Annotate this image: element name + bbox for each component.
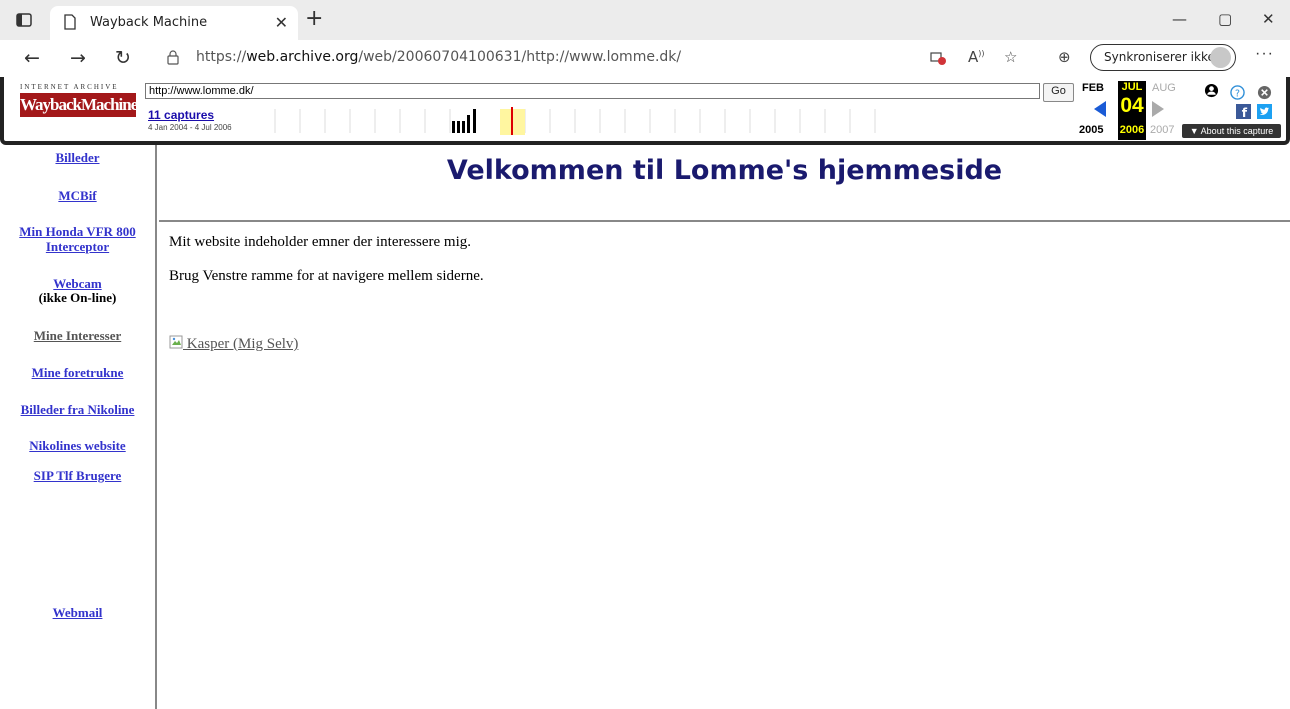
page-icon bbox=[64, 14, 76, 30]
svg-text:f: f bbox=[1242, 106, 1248, 119]
left-nav-frame: Billeder MCBif Min Honda VFR 800 Interce… bbox=[0, 145, 157, 709]
header-frame: Velkommen til Lomme's hjemmeside bbox=[159, 145, 1290, 222]
facebook-icon[interactable]: f bbox=[1236, 104, 1251, 119]
current-day: 04 bbox=[1120, 94, 1144, 117]
svg-text:?: ? bbox=[1235, 88, 1240, 99]
tab-title: Wayback Machine bbox=[90, 15, 208, 30]
address-bar[interactable]: https://web.archive.org/web/200607041006… bbox=[196, 49, 681, 65]
nav-link-interceptor[interactable]: Interceptor bbox=[0, 239, 155, 255]
new-tab-icon[interactable]: + bbox=[305, 6, 323, 31]
url-domain: web.archive.org bbox=[246, 49, 359, 65]
nav-link-billeder[interactable]: Billeder bbox=[0, 150, 155, 166]
window-close-icon[interactable]: ✕ bbox=[1262, 10, 1275, 28]
next-capture-icon[interactable] bbox=[1152, 101, 1164, 117]
tracking-icon[interactable] bbox=[930, 51, 946, 65]
wayback-logo[interactable]: WaybackMachine bbox=[20, 93, 138, 117]
nav-link-nikolines-website[interactable]: Nikolines website bbox=[0, 438, 155, 454]
page-title: Velkommen til Lomme's hjemmeside bbox=[446, 155, 1003, 186]
browser-toolbar: ← → ↻ https://web.archive.org/web/200607… bbox=[0, 40, 1290, 78]
current-year: 2006 bbox=[1119, 124, 1145, 136]
nav-link-sip-tlf[interactable]: SIP Tlf Brugere bbox=[0, 468, 155, 484]
nav-link-mine-foretrukne[interactable]: Mine foretrukne bbox=[0, 365, 155, 381]
help-icon[interactable]: ? bbox=[1230, 85, 1245, 100]
image-alt-text: Kasper (Mig Selv) bbox=[183, 336, 299, 352]
prev-month[interactable]: FEB bbox=[1082, 82, 1104, 94]
sync-label: Synkroniserer ikke bbox=[1104, 50, 1215, 64]
favorites-icon[interactable]: ☆ bbox=[1004, 48, 1017, 66]
prev-year[interactable]: 2005 bbox=[1079, 124, 1103, 136]
nav-link-mcbif[interactable]: MCBif bbox=[0, 188, 155, 204]
tab-strip: Wayback Machine ✕ + — ▢ ✕ bbox=[0, 0, 1290, 40]
broken-image-icon bbox=[169, 335, 183, 349]
tab-actions-icon[interactable] bbox=[14, 10, 34, 30]
go-button[interactable]: Go bbox=[1043, 83, 1074, 102]
minimize-icon[interactable]: — bbox=[1172, 10, 1187, 28]
forward-icon[interactable]: → bbox=[70, 47, 86, 69]
nav-link-honda[interactable]: Min Honda VFR 800 bbox=[0, 224, 155, 240]
twitter-icon[interactable] bbox=[1257, 104, 1272, 119]
wayback-toolbar: INTERNET ARCHIVE WaybackMachine http://w… bbox=[0, 77, 1290, 145]
nav-link-webmail[interactable]: Webmail bbox=[0, 605, 155, 621]
close-icon[interactable]: ✕ bbox=[275, 13, 288, 33]
maximize-icon[interactable]: ▢ bbox=[1218, 10, 1232, 28]
refresh-icon[interactable]: ↻ bbox=[115, 47, 131, 69]
nav-link-mine-interesser[interactable]: Mine Interesser bbox=[0, 328, 155, 344]
user-icon[interactable] bbox=[1204, 83, 1219, 98]
intro-text: Mit website indeholder emner der interes… bbox=[169, 234, 471, 250]
kasper-image-link[interactable]: Kasper (Mig Selv) bbox=[169, 335, 298, 353]
capture-histogram[interactable] bbox=[250, 103, 900, 139]
wayback-url-input[interactable]: http://www.lomme.dk/ bbox=[145, 83, 1040, 99]
read-aloud-icon[interactable]: A)) bbox=[968, 48, 985, 66]
current-month: JUL bbox=[1121, 81, 1143, 93]
nav-link-billeder-nikoline[interactable]: Billeder fra Nikoline bbox=[0, 402, 155, 418]
url-path: /web/20060704100631/http://www.lomme.dk/ bbox=[358, 49, 682, 65]
browser-tab[interactable]: Wayback Machine ✕ bbox=[50, 6, 298, 40]
back-icon[interactable]: ← bbox=[24, 47, 40, 69]
captures-link[interactable]: 11 captures bbox=[148, 108, 214, 122]
next-month: AUG bbox=[1152, 82, 1176, 94]
avatar bbox=[1210, 47, 1231, 68]
close-wayback-icon[interactable] bbox=[1257, 85, 1272, 100]
url-prefix: https:// bbox=[196, 49, 247, 65]
webcam-status: (ikke On-line) bbox=[38, 290, 117, 305]
nav-hint-text: Brug Venstre ramme for at navigere melle… bbox=[169, 268, 484, 284]
main-frame: Mit website indeholder emner der interes… bbox=[159, 224, 1290, 709]
collections-icon[interactable]: ⊕ bbox=[1058, 48, 1071, 66]
next-year: 2007 bbox=[1150, 124, 1175, 136]
wayback-logo-top: INTERNET ARCHIVE bbox=[20, 83, 119, 91]
prev-capture-icon[interactable] bbox=[1094, 101, 1106, 117]
more-icon[interactable]: ··· bbox=[1255, 45, 1274, 63]
date-range: 4 Jan 2004 - 4 Jul 2006 bbox=[148, 123, 232, 132]
sync-button[interactable]: Synkroniserer ikke bbox=[1090, 44, 1236, 71]
about-capture-button[interactable]: ▼ About this capture bbox=[1182, 124, 1281, 138]
lock-icon[interactable] bbox=[166, 49, 180, 65]
